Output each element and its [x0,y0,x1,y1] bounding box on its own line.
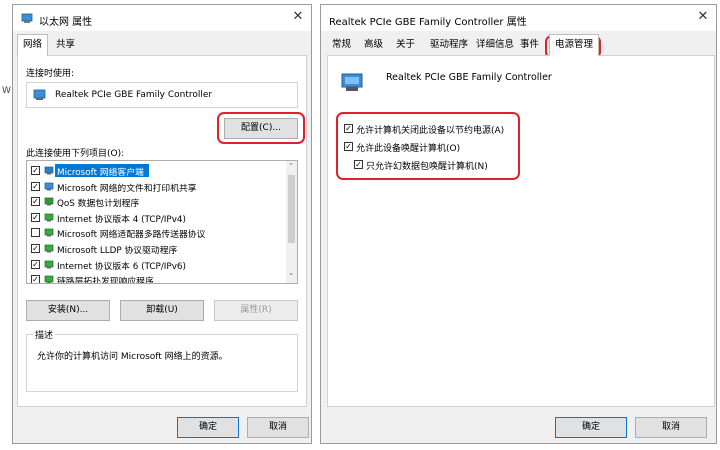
tab-label: 事件 [520,39,540,50]
list-item[interactable]: ✓ Microsoft 网络的文件和打印机共享 [27,179,295,194]
tab-label: 常规 [332,39,352,50]
cancel-button[interactable]: 取消 [635,417,707,438]
network-client-icon [44,166,54,175]
item-label: Microsoft LLDP 协议驱动程序 [57,246,178,256]
title-bar: 以太网 属性 ✕ [13,5,311,31]
item-label: Internet 协议版本 4 (TCP/IPv4) [57,214,186,225]
item-checkbox[interactable]: ✓ [31,244,40,253]
item-checkbox[interactable]: ✓ [31,212,40,222]
items-label: 此连接使用下列项目(O): [26,149,125,159]
item-checkbox[interactable]: ✓ [31,275,40,283]
scroll-up-icon[interactable]: ⌃ [288,162,294,170]
scrollbar[interactable]: ⌃ ⌄ [286,161,297,283]
window-title: 以太网 属性 [39,17,93,28]
tab-events[interactable]: 事件 [515,35,544,55]
protocol-icon [44,275,54,283]
tab-label: 网络 [23,39,43,50]
protocol-icon [44,260,54,269]
item-checkbox[interactable]: ✓ [31,181,40,191]
tab-label: 详细信息 [476,39,515,50]
scroll-thumb[interactable] [288,175,295,243]
adapter-box: Realtek PCIe GBE Family Controller [26,82,298,108]
uninstall-button[interactable]: 卸载(U) [120,300,204,321]
power-save-checkbox[interactable]: ✓ [344,124,353,133]
tab-label: 驱动程序 [430,39,469,50]
item-checkbox[interactable]: ✓ [31,197,40,207]
tab-about[interactable]: 关于 [391,35,420,55]
description-title: 描述 [33,328,56,341]
annotation-box [217,112,305,144]
title-bar: Realtek PCIe GBE Family Controller 属性 ✕ [321,5,716,31]
tab-label: 关于 [396,39,416,50]
network-adapter-icon [21,13,33,23]
list-item[interactable]: ✓ Internet 协议版本 4 (TCP/IPv4) [27,210,295,225]
list-item[interactable]: ✓ 链路层拓扑发现响应程序 [27,272,295,284]
tab-label: 电源管理 [555,39,594,50]
item-label: Microsoft 网络适配器多路传送器协议 [57,230,206,241]
scroll-down-icon[interactable]: ⌄ [288,269,294,277]
tab-label: 共享 [56,39,76,50]
item-label: Internet 协议版本 6 (TCP/IPv6) [57,261,186,272]
protocol-icon [44,229,54,237]
item-checkbox[interactable]: ✓ [31,259,40,269]
list-item[interactable]: ✓ Internet 协议版本 6 (TCP/IPv6) [27,257,295,272]
power-save-label: 允许计算机关闭此设备以节约电源(A) [356,126,505,136]
device-name: Realtek PCIe GBE Family Controller [386,72,552,83]
list-item[interactable]: Microsoft 网络适配器多路传送器协议 [27,225,295,240]
cancel-button[interactable]: 取消 [247,417,309,438]
item-label: QoS 数据包计划程序 [57,199,140,210]
item-label: Microsoft 网络客户端 [57,168,144,178]
network-adapter-icon [33,89,46,100]
list-item[interactable]: ✓ Microsoft LLDP 协议驱动程序 [27,241,295,256]
magic-packet-checkbox[interactable]: ✓ [354,160,363,169]
tab-sharing[interactable]: 共享 [51,35,80,55]
ethernet-properties-window: 以太网 属性 ✕ 网络 共享 连接时使用: Realtek PCIe GBE F… [12,4,312,444]
item-checkbox[interactable]: ✓ [31,166,40,175]
tab-general[interactable]: 常规 [327,35,356,55]
offscreen-fragment: W [2,86,11,96]
protocol-icon [44,244,54,253]
tab-details[interactable]: 详细信息 [471,35,519,55]
description-text: 允许你的计算机访问 Microsoft 网络上的资源。 [37,352,228,362]
adapter-properties-window: Realtek PCIe GBE Family Controller 属性 ✕ … [320,4,717,444]
tab-power-management[interactable]: 电源管理 [549,34,600,56]
window-title: Realtek PCIe GBE Family Controller 属性 [329,17,527,28]
ok-button[interactable]: 确定 [177,417,239,438]
tab-driver[interactable]: 驱动程序 [425,35,473,55]
items-list: ✓ Microsoft 网络客户端 ✓ Microsoft 网络的文件和打印机共享 ✓ Q… [26,160,298,284]
connect-using-label: 连接时使用: [26,69,75,79]
power-tab-panel: Realtek PCIe GBE Family Controller ✓ 允许计… [327,55,715,407]
adapter-name: Realtek PCIe GBE Family Controller [55,90,213,100]
description-group: 描述 允许你的计算机访问 Microsoft 网络上的资源。 [26,328,298,392]
magic-packet-label: 只允许幻数据包唤醒计算机(N) [366,162,488,172]
tab-advanced[interactable]: 高级 [359,35,388,55]
network-adapter-icon [341,73,363,91]
close-icon[interactable]: ✕ [291,10,305,24]
ok-button[interactable]: 确定 [555,417,627,438]
list-item[interactable]: ✓ Microsoft 网络客户端 [27,163,295,178]
tab-network[interactable]: 网络 [17,34,49,56]
item-label: 链路层拓扑发现响应程序 [57,277,154,284]
wake-label: 允许此设备唤醒计算机(O) [356,144,461,154]
item-label: Microsoft 网络的文件和打印机共享 [57,183,197,194]
list-item[interactable]: ✓ QoS 数据包计划程序 [27,194,295,209]
protocol-icon [44,213,54,222]
close-icon[interactable]: ✕ [696,10,710,24]
network-tab-panel: 连接时使用: Realtek PCIe GBE Family Controlle… [17,55,307,407]
wake-checkbox[interactable]: ✓ [344,142,353,151]
qos-icon [44,197,54,206]
install-button[interactable]: 安装(N)... [26,300,110,321]
properties-button[interactable]: 属性(R) [214,300,298,321]
item-checkbox[interactable] [31,228,40,238]
file-share-icon [44,182,54,191]
tab-label: 高级 [364,39,384,50]
